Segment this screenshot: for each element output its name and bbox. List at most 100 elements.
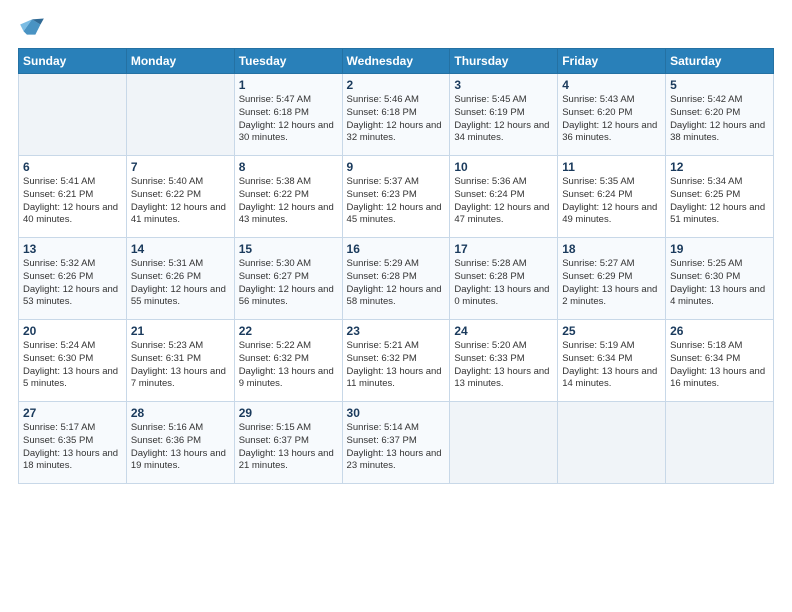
- day-info: Sunrise: 5:41 AM Sunset: 6:21 PM Dayligh…: [23, 176, 122, 227]
- calendar-cell: 8 Sunrise: 5:38 AM Sunset: 6:22 PM Daylig…: [234, 156, 342, 238]
- calendar-cell: [666, 402, 774, 484]
- day-info: Sunrise: 5:37 AM Sunset: 6:23 PM Dayligh…: [347, 176, 446, 227]
- calendar-cell: 25Sunrise: 5:19 AM Sunset: 6:34 PM Dayli…: [558, 320, 666, 402]
- week-row-2: 6 Sunrise: 5:41 AM Sunset: 6:21 PM Daylig…: [19, 156, 774, 238]
- calendar-cell: 15Sunrise: 5:30 AM Sunset: 6:27 PM Dayli…: [234, 238, 342, 320]
- calendar-cell: 21Sunrise: 5:23 AM Sunset: 6:31 PM Dayli…: [126, 320, 234, 402]
- weekday-header-tuesday: Tuesday: [234, 49, 342, 74]
- page: SundayMondayTuesdayWednesdayThursdayFrid…: [0, 0, 792, 612]
- calendar-cell: 6 Sunrise: 5:41 AM Sunset: 6:21 PM Daylig…: [19, 156, 127, 238]
- day-info: Sunrise: 5:15 AM Sunset: 6:37 PM Dayligh…: [239, 422, 338, 473]
- weekday-header-thursday: Thursday: [450, 49, 558, 74]
- day-info: Sunrise: 5:18 AM Sunset: 6:34 PM Dayligh…: [670, 340, 769, 391]
- day-info: Sunrise: 5:42 AM Sunset: 6:20 PM Dayligh…: [670, 94, 769, 145]
- day-info: Sunrise: 5:32 AM Sunset: 6:26 PM Dayligh…: [23, 258, 122, 309]
- weekday-header-friday: Friday: [558, 49, 666, 74]
- calendar-cell: 1Sunrise: 5:47 AM Sunset: 6:18 PM Daylig…: [234, 74, 342, 156]
- weekday-header-sunday: Sunday: [19, 49, 127, 74]
- day-number: 19: [670, 242, 769, 256]
- day-info: Sunrise: 5:17 AM Sunset: 6:35 PM Dayligh…: [23, 422, 122, 473]
- calendar-cell: 27 Sunrise: 5:17 AM Sunset: 6:35 PM Dayli…: [19, 402, 127, 484]
- calendar-cell: 11 Sunrise: 5:35 AM Sunset: 6:24 PM Dayli…: [558, 156, 666, 238]
- day-number: 7: [131, 160, 230, 174]
- day-info: Sunrise: 5:36 AM Sunset: 6:24 PM Dayligh…: [454, 176, 553, 227]
- weekday-header-wednesday: Wednesday: [342, 49, 450, 74]
- calendar-cell: 7 Sunrise: 5:40 AM Sunset: 6:22 PM Daylig…: [126, 156, 234, 238]
- day-number: 29: [239, 406, 338, 420]
- week-row-5: 27 Sunrise: 5:17 AM Sunset: 6:35 PM Dayli…: [19, 402, 774, 484]
- day-number: 17: [454, 242, 553, 256]
- day-number: 12: [670, 160, 769, 174]
- calendar-cell: [558, 402, 666, 484]
- day-number: 8: [239, 160, 338, 174]
- day-number: 24: [454, 324, 553, 338]
- day-info: Sunrise: 5:14 AM Sunset: 6:37 PM Dayligh…: [347, 422, 446, 473]
- day-info: Sunrise: 5:29 AM Sunset: 6:28 PM Dayligh…: [347, 258, 446, 309]
- day-number: 10: [454, 160, 553, 174]
- day-number: 18: [562, 242, 661, 256]
- calendar-cell: 12 Sunrise: 5:34 AM Sunset: 6:25 PM Dayli…: [666, 156, 774, 238]
- day-number: 6: [23, 160, 122, 174]
- day-info: Sunrise: 5:38 AM Sunset: 6:22 PM Dayligh…: [239, 176, 338, 227]
- day-info: Sunrise: 5:22 AM Sunset: 6:32 PM Dayligh…: [239, 340, 338, 391]
- day-info: Sunrise: 5:34 AM Sunset: 6:25 PM Dayligh…: [670, 176, 769, 227]
- day-number: 11: [562, 160, 661, 174]
- calendar-cell: 5 Sunrise: 5:42 AM Sunset: 6:20 PM Daylig…: [666, 74, 774, 156]
- day-number: 2: [347, 78, 446, 92]
- calendar-cell: [450, 402, 558, 484]
- calendar-cell: 24 Sunrise: 5:20 AM Sunset: 6:33 PM Dayli…: [450, 320, 558, 402]
- calendar-cell: 19 Sunrise: 5:25 AM Sunset: 6:30 PM Dayli…: [666, 238, 774, 320]
- day-number: 15: [239, 242, 338, 256]
- day-info: Sunrise: 5:27 AM Sunset: 6:29 PM Dayligh…: [562, 258, 661, 309]
- day-number: 9: [347, 160, 446, 174]
- calendar-cell: 29 Sunrise: 5:15 AM Sunset: 6:37 PM Dayli…: [234, 402, 342, 484]
- calendar-cell: 4 Sunrise: 5:43 AM Sunset: 6:20 PM Daylig…: [558, 74, 666, 156]
- weekday-header-saturday: Saturday: [666, 49, 774, 74]
- day-number: 13: [23, 242, 122, 256]
- logo-bird-icon: [18, 16, 46, 38]
- day-info: Sunrise: 5:24 AM Sunset: 6:30 PM Dayligh…: [23, 340, 122, 391]
- calendar-cell: [126, 74, 234, 156]
- calendar-cell: 13 Sunrise: 5:32 AM Sunset: 6:26 PM Dayli…: [19, 238, 127, 320]
- day-number: 30: [347, 406, 446, 420]
- day-number: 23: [347, 324, 446, 338]
- calendar-cell: 16 Sunrise: 5:29 AM Sunset: 6:28 PM Dayli…: [342, 238, 450, 320]
- day-number: 20: [23, 324, 122, 338]
- day-info: Sunrise: 5:25 AM Sunset: 6:30 PM Dayligh…: [670, 258, 769, 309]
- week-row-1: 1Sunrise: 5:47 AM Sunset: 6:18 PM Daylig…: [19, 74, 774, 156]
- day-info: Sunrise: 5:40 AM Sunset: 6:22 PM Dayligh…: [131, 176, 230, 227]
- day-number: 28: [131, 406, 230, 420]
- day-number: 16: [347, 242, 446, 256]
- day-info: Sunrise: 5:35 AM Sunset: 6:24 PM Dayligh…: [562, 176, 661, 227]
- calendar-cell: 14 Sunrise: 5:31 AM Sunset: 6:26 PM Dayli…: [126, 238, 234, 320]
- day-number: 14: [131, 242, 230, 256]
- header: [18, 16, 774, 38]
- day-info: Sunrise: 5:43 AM Sunset: 6:20 PM Dayligh…: [562, 94, 661, 145]
- calendar-cell: 20 Sunrise: 5:24 AM Sunset: 6:30 PM Dayli…: [19, 320, 127, 402]
- calendar-cell: 18 Sunrise: 5:27 AM Sunset: 6:29 PM Dayli…: [558, 238, 666, 320]
- day-info: Sunrise: 5:21 AM Sunset: 6:32 PM Dayligh…: [347, 340, 446, 391]
- calendar-cell: 2 Sunrise: 5:46 AM Sunset: 6:18 PM Daylig…: [342, 74, 450, 156]
- day-number: 5: [670, 78, 769, 92]
- calendar-header: SundayMondayTuesdayWednesdayThursdayFrid…: [19, 49, 774, 74]
- calendar-table: SundayMondayTuesdayWednesdayThursdayFrid…: [18, 48, 774, 484]
- day-number: 26: [670, 324, 769, 338]
- day-number: 4: [562, 78, 661, 92]
- day-info: Sunrise: 5:47 AM Sunset: 6:18 PM Dayligh…: [239, 94, 338, 145]
- day-info: Sunrise: 5:20 AM Sunset: 6:33 PM Dayligh…: [454, 340, 553, 391]
- week-row-4: 20 Sunrise: 5:24 AM Sunset: 6:30 PM Dayli…: [19, 320, 774, 402]
- day-info: Sunrise: 5:31 AM Sunset: 6:26 PM Dayligh…: [131, 258, 230, 309]
- day-number: 21: [131, 324, 230, 338]
- day-info: Sunrise: 5:19 AM Sunset: 6:34 PM Dayligh…: [562, 340, 661, 391]
- calendar-cell: 28Sunrise: 5:16 AM Sunset: 6:36 PM Dayli…: [126, 402, 234, 484]
- day-number: 3: [454, 78, 553, 92]
- calendar-cell: 17Sunrise: 5:28 AM Sunset: 6:28 PM Dayli…: [450, 238, 558, 320]
- calendar-cell: 9 Sunrise: 5:37 AM Sunset: 6:23 PM Daylig…: [342, 156, 450, 238]
- calendar-cell: 10 Sunrise: 5:36 AM Sunset: 6:24 PM Dayli…: [450, 156, 558, 238]
- day-number: 27: [23, 406, 122, 420]
- logo: [18, 16, 50, 38]
- weekday-header-monday: Monday: [126, 49, 234, 74]
- calendar-cell: 3Sunrise: 5:45 AM Sunset: 6:19 PM Daylig…: [450, 74, 558, 156]
- day-number: 22: [239, 324, 338, 338]
- day-info: Sunrise: 5:46 AM Sunset: 6:18 PM Dayligh…: [347, 94, 446, 145]
